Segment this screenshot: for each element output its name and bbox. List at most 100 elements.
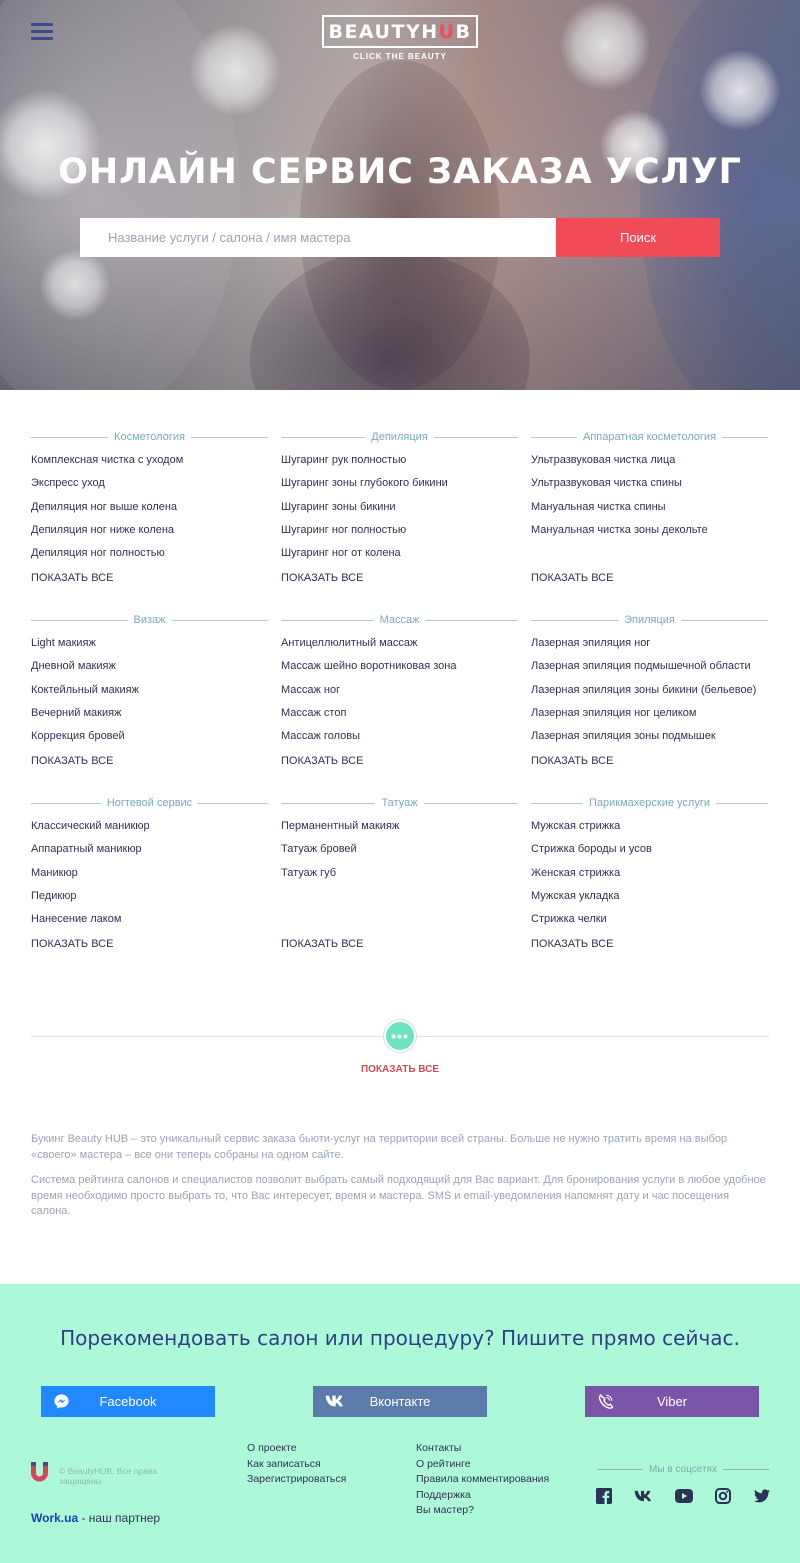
service-link[interactable]: Депиляция ног полностью — [31, 546, 268, 569]
service-list: Шугаринг рук полностью Шугаринг зоны глуб… — [281, 453, 518, 569]
partner-suffix: - наш партнер — [78, 1511, 161, 1525]
category-block: Аппаратная косметология Ультразвуковая чи… — [531, 430, 769, 590]
service-link[interactable]: Татуаж бровей — [281, 842, 518, 865]
service-link[interactable]: Аппаратный маникюр — [31, 842, 268, 865]
footer-link[interactable]: Контакты — [416, 1442, 549, 1458]
category-block: Эпиляция Лазерная эпиляция ног Лазерная эп… — [531, 613, 769, 773]
service-link[interactable]: Мануальная чистка зоны декольте — [531, 523, 768, 546]
search-button[interactable]: Поиск — [556, 218, 720, 257]
partner-link[interactable]: Work.ua — [31, 1511, 78, 1525]
service-link[interactable]: Дневной макияж — [31, 659, 268, 682]
service-link[interactable]: Массаж стоп — [281, 706, 518, 729]
service-link[interactable]: Шугаринг зоны глубокого бикини — [281, 476, 518, 499]
service-link[interactable]: Антицеллюлитный массаж — [281, 636, 518, 659]
service-link[interactable]: Light макияж — [31, 636, 268, 659]
service-link[interactable]: Лазерная эпиляция ног целиком — [531, 706, 768, 729]
category-block: Массаж Антицеллюлитный массаж Массаж шейно… — [281, 613, 519, 773]
service-link[interactable]: Массаж ног — [281, 683, 518, 706]
footer-link[interactable]: Вы мастер? — [416, 1504, 549, 1520]
menu-icon[interactable] — [31, 23, 53, 41]
category-block: Парикмахерские услуги Мужская стрижка Стри… — [531, 796, 769, 956]
show-all-link[interactable]: ПОКАЗАТЬ ВСЕ — [531, 938, 613, 950]
category-block: Ногтевой сервис Классический маникюр Аппар… — [31, 796, 268, 956]
show-all-link[interactable]: ПОКАЗАТЬ ВСЕ — [31, 938, 113, 950]
service-link[interactable]: Комплексная чистка с уходом — [31, 453, 268, 476]
footer-link[interactable]: Правила комментирования — [416, 1473, 549, 1489]
category-title[interactable]: Парикмахерские услуги — [583, 797, 716, 809]
service-link[interactable]: Мужская стрижка — [531, 819, 768, 842]
service-link[interactable]: Депиляция ног выше колена — [31, 500, 268, 523]
service-link[interactable]: Женская стрижка — [531, 866, 768, 889]
service-list: Мужская стрижка Стрижка бороды и усов Женс… — [531, 819, 768, 935]
service-link[interactable]: Коррекция бровей — [31, 729, 268, 752]
service-link[interactable]: Мужская укладка — [531, 889, 768, 912]
show-all-categories-link[interactable]: ПОКАЗАТЬ ВСЕ — [0, 1064, 800, 1075]
service-list: Лазерная эпиляция ног Лазерная эпиляция п… — [531, 636, 768, 752]
footer-link[interactable]: О рейтинге — [416, 1458, 549, 1474]
vk-icon[interactable] — [634, 1488, 653, 1504]
service-link[interactable]: Стрижка челки — [531, 912, 768, 935]
category-title[interactable]: Депиляция — [365, 431, 433, 443]
twitter-icon[interactable] — [754, 1488, 770, 1504]
service-link[interactable]: Ультразвуковая чистка лица — [531, 453, 768, 476]
service-link[interactable]: Стрижка бороды и усов — [531, 842, 768, 865]
service-link[interactable]: Лазерная эпиляция зоны бикини (бельевое) — [531, 683, 768, 706]
show-all-link[interactable]: ПОКАЗАТЬ ВСЕ — [281, 755, 363, 767]
service-link[interactable]: Шугаринг ног полностью — [281, 523, 518, 546]
service-list: Антицеллюлитный массаж Массаж шейно ворот… — [281, 636, 518, 752]
category-heading: Депиляция — [281, 430, 519, 444]
service-link[interactable]: Массаж головы — [281, 729, 518, 752]
service-link[interactable]: Экспресс уход — [31, 476, 268, 499]
youtube-icon[interactable] — [675, 1488, 693, 1504]
category-title[interactable]: Косметология — [108, 431, 191, 443]
footer-link[interactable]: Поддержка — [416, 1489, 549, 1505]
facebook-icon[interactable] — [596, 1488, 612, 1504]
service-link[interactable]: Лазерная эпиляция подмышечной области — [531, 659, 768, 682]
instagram-icon[interactable] — [715, 1488, 731, 1504]
category-title[interactable]: Ногтевой сервис — [101, 797, 198, 809]
service-link[interactable]: Шугаринг зоны бикини — [281, 500, 518, 523]
show-all-link[interactable]: ПОКАЗАТЬ ВСЕ — [281, 938, 363, 950]
service-link[interactable]: Татуаж губ — [281, 866, 518, 889]
category-title[interactable]: Визаж — [128, 614, 172, 626]
facebook-share-button[interactable]: Facebook — [41, 1386, 215, 1417]
show-all-link[interactable]: ПОКАЗАТЬ ВСЕ — [31, 572, 113, 584]
service-link[interactable]: Маникюр — [31, 866, 268, 889]
footer: Порекомендовать салон или процедуру? Пиш… — [0, 1284, 800, 1563]
viber-share-button[interactable]: Viber — [585, 1386, 759, 1417]
vkontakte-share-button[interactable]: Вконтакте — [313, 1386, 487, 1417]
service-link[interactable]: Педикюр — [31, 889, 268, 912]
service-list: Перманентный макияж Татуаж бровей Татуаж г… — [281, 819, 518, 889]
facebook-label: Facebook — [99, 1394, 157, 1409]
messenger-icon — [54, 1394, 69, 1409]
category-heading: Эпиляция — [531, 613, 769, 627]
service-link[interactable]: Депиляция ног ниже колена — [31, 523, 268, 546]
service-link[interactable]: Классический маникюр — [31, 819, 268, 842]
show-all-link[interactable]: ПОКАЗАТЬ ВСЕ — [31, 755, 113, 767]
logo[interactable]: BEAUTYH U B CLICK THE BEAUTY — [322, 15, 478, 63]
category-title[interactable]: Татуаж — [375, 797, 423, 809]
service-link[interactable]: Лазерная эпиляция зоны подмышек — [531, 729, 768, 752]
category-title[interactable]: Аппаратная косметология — [577, 431, 722, 443]
service-link[interactable]: Массаж шейно воротниковая зона — [281, 659, 518, 682]
category-title[interactable]: Массаж — [374, 614, 426, 626]
footer-link[interactable]: Как записаться — [247, 1458, 346, 1474]
footer-link[interactable]: Зарегистрироваться — [247, 1473, 346, 1489]
show-all-link[interactable]: ПОКАЗАТЬ ВСЕ — [531, 755, 613, 767]
show-more-button[interactable]: ••• — [383, 1019, 417, 1053]
show-all-link[interactable]: ПОКАЗАТЬ ВСЕ — [531, 572, 613, 584]
copyright: © BeautyHUB. Все права защищены — [59, 1466, 157, 1486]
service-link[interactable]: Шугаринг ног от колена — [281, 546, 518, 569]
search-input[interactable] — [80, 218, 556, 257]
service-link[interactable]: Вечерний макияж — [31, 706, 268, 729]
service-link[interactable]: Перманентный макияж — [281, 819, 518, 842]
show-all-link[interactable]: ПОКАЗАТЬ ВСЕ — [281, 572, 363, 584]
service-link[interactable]: Нанесение лаком — [31, 912, 268, 935]
service-link[interactable]: Ультразвуковая чистка спины — [531, 476, 768, 499]
service-link[interactable]: Лазерная эпиляция ног — [531, 636, 768, 659]
service-link[interactable]: Мануальная чистка спины — [531, 500, 768, 523]
service-link[interactable]: Шугаринг рук полностью — [281, 453, 518, 476]
footer-link[interactable]: О проекте — [247, 1442, 346, 1458]
service-link[interactable]: Коктейльный макияж — [31, 683, 268, 706]
category-title[interactable]: Эпиляция — [618, 614, 681, 626]
